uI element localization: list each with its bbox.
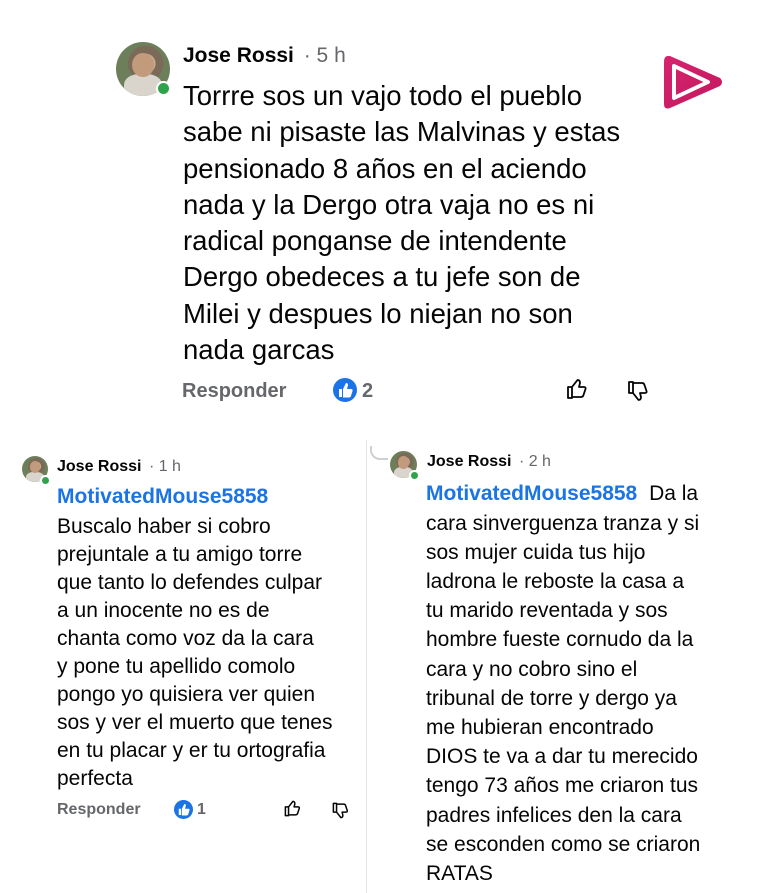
main-comment: Jose Rossi · 5 h Torrre sos un vajo todo… <box>0 0 770 420</box>
online-status-dot <box>156 81 171 96</box>
timestamp[interactable]: · 5 h <box>304 44 346 67</box>
reply-button[interactable]: Responder <box>182 379 286 403</box>
reply-left: Jose Rossi · 1 h MotivatedMouse5858 Busc… <box>0 440 370 840</box>
online-status-dot <box>40 475 51 486</box>
reply-right: Jose Rossi · 2 h MotivatedMouse5858 Da l… <box>370 440 770 893</box>
mentioned-user-link[interactable]: MotivatedMouse5858 <box>426 482 637 505</box>
like-badge-icon <box>174 800 193 819</box>
timestamp[interactable]: · 1 h <box>149 458 181 475</box>
thumbs-up-icon[interactable] <box>565 377 589 401</box>
like-count[interactable]: 1 <box>197 800 206 820</box>
thumbs-down-icon[interactable] <box>331 801 350 820</box>
mentioned-user-link[interactable]: MotivatedMouse5858 <box>57 484 268 510</box>
online-status-dot <box>409 470 420 481</box>
comment-text-start: Da la <box>649 482 699 505</box>
comment-text: Torrre sos un vajo todo el pueblo sabe n… <box>183 80 621 366</box>
comment-text: cara sinverguenza tranza y si sos mujer … <box>426 511 701 885</box>
reply-button[interactable]: Responder <box>57 800 141 820</box>
comment-first-line: MotivatedMouse5858 Da la <box>426 480 698 508</box>
thread-connector-line <box>370 446 388 460</box>
like-badge-icon <box>333 378 357 402</box>
comment-header: Jose Rossi · 1 h <box>57 457 181 477</box>
panel-divider <box>366 440 367 893</box>
author-name[interactable]: Jose Rossi <box>57 458 141 475</box>
thumbs-up-icon[interactable] <box>283 799 302 818</box>
comment-header: Jose Rossi · 2 h <box>427 452 551 472</box>
author-name[interactable]: Jose Rossi <box>427 453 511 470</box>
timestamp[interactable]: · 2 h <box>519 453 551 470</box>
comment-header: Jose Rossi · 5 h <box>183 44 346 68</box>
thumbs-down-icon[interactable] <box>626 379 650 403</box>
like-count[interactable]: 2 <box>362 379 373 403</box>
play-logo-icon <box>660 50 724 114</box>
author-name[interactable]: Jose Rossi <box>183 44 294 67</box>
comment-text: Buscalo haber si cobro prejuntale a tu a… <box>57 515 333 790</box>
